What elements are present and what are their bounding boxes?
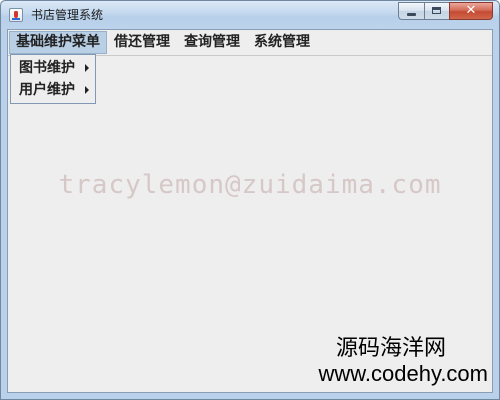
site-badge: 源码海洋网 www.codehy.com bbox=[318, 336, 488, 386]
watermark-text: tracylemon@zuidaima.com bbox=[58, 170, 442, 200]
menu-item-user-maintenance[interactable]: 用户维护 bbox=[11, 79, 95, 101]
menu-bar: 基础维护菜单 借还管理 查询管理 系统管理 bbox=[8, 30, 492, 56]
app-window: 书店管理系统 ✕ 基础维护菜单 借还管理 查询管理 系统管理 图书维护 用户维护… bbox=[0, 0, 500, 400]
title-bar[interactable]: 书店管理系统 ✕ bbox=[1, 1, 499, 29]
menu-system[interactable]: 系统管理 bbox=[247, 31, 317, 54]
minimize-icon bbox=[407, 13, 416, 16]
menu-item-label: 图书维护 bbox=[19, 60, 75, 76]
caption-buttons: ✕ bbox=[398, 2, 493, 20]
site-name: 源码海洋网 bbox=[335, 336, 446, 361]
maximize-button[interactable] bbox=[424, 2, 449, 20]
site-url: www.codehy.com bbox=[318, 361, 488, 386]
menu-query[interactable]: 查询管理 bbox=[177, 31, 247, 54]
basic-maintenance-dropdown: 图书维护 用户维护 bbox=[10, 54, 96, 104]
maximize-icon bbox=[432, 7, 441, 14]
close-button[interactable]: ✕ bbox=[449, 2, 493, 20]
menu-basic-maintenance[interactable]: 基础维护菜单 bbox=[9, 31, 107, 54]
window-title: 书店管理系统 bbox=[31, 8, 104, 22]
menu-item-label: 用户维护 bbox=[19, 82, 75, 98]
menu-borrow-return[interactable]: 借还管理 bbox=[107, 31, 177, 54]
minimize-button[interactable] bbox=[398, 2, 424, 20]
java-app-icon[interactable] bbox=[9, 8, 23, 22]
submenu-arrow-icon bbox=[85, 64, 89, 72]
menu-item-book-maintenance[interactable]: 图书维护 bbox=[11, 57, 95, 79]
close-icon: ✕ bbox=[465, 3, 477, 18]
submenu-arrow-icon bbox=[85, 86, 89, 94]
client-area: 基础维护菜单 借还管理 查询管理 系统管理 图书维护 用户维护 tracylem… bbox=[7, 29, 493, 393]
